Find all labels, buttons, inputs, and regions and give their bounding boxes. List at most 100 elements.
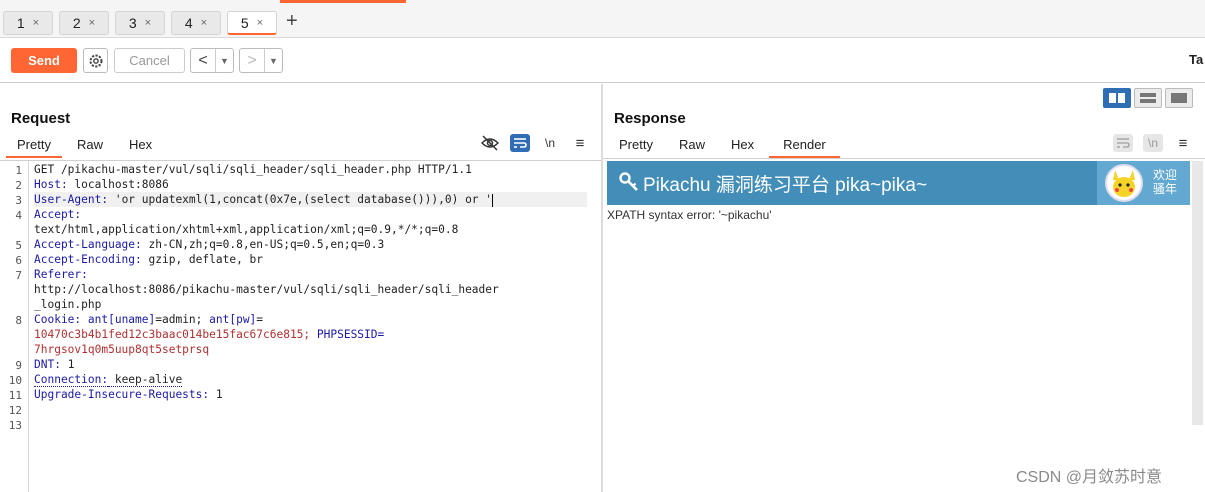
line-number: 6 <box>15 254 22 267</box>
cookie-name: PHPSESSID= <box>316 328 385 341</box>
tab-pretty[interactable]: Pretty <box>6 136 62 158</box>
request-line-text: GET /pikachu-master/vul/sqli/sqli_header… <box>34 163 472 176</box>
settings-button[interactable] <box>83 48 108 73</box>
tab-2[interactable]: 2 × <box>59 11 109 35</box>
header-value: _login.php <box>34 298 102 311</box>
single-pane-icon <box>1171 93 1187 103</box>
close-icon[interactable]: × <box>89 17 95 29</box>
tab-5[interactable]: 5 × <box>227 11 277 35</box>
response-title: Response <box>614 110 686 127</box>
tab-label: 1 <box>16 15 25 31</box>
layout-stacked-button[interactable] <box>1134 88 1162 108</box>
cancel-button[interactable]: Cancel <box>114 48 185 73</box>
request-editor-tools: \n ≡ <box>480 134 590 152</box>
tab-pretty[interactable]: Pretty <box>608 136 664 158</box>
cookie-value: 7hrgsov1q0m5uup8qt5setprsq <box>34 343 210 356</box>
newline-toggle[interactable]: \n <box>1143 134 1163 152</box>
line-number: 9 <box>15 359 22 372</box>
target-label[interactable]: Ta <box>1189 52 1203 67</box>
toolbar: Send Cancel < ▼ > ▼ Ta <box>0 38 1205 83</box>
line-number: 7 <box>15 269 22 282</box>
header-key: Cookie: <box>34 313 82 326</box>
newline-toggle[interactable]: \n <box>540 134 560 152</box>
request-editor[interactable]: 1 GET /pikachu-master/vul/sqli/sqli_head… <box>0 160 601 492</box>
line-number: 11 <box>8 389 22 402</box>
send-button[interactable]: Send <box>11 48 77 73</box>
close-icon[interactable]: × <box>145 17 151 29</box>
word-wrap-toggle[interactable] <box>1113 134 1133 152</box>
hide-nonprinting-button[interactable] <box>480 134 500 152</box>
header-cookie: Cookie: ant[uname]=admin; ant[pw]= <box>34 312 263 327</box>
tab-raw[interactable]: Raw <box>66 136 114 158</box>
back-button[interactable]: < ▼ <box>190 48 234 73</box>
line-number: 2 <box>15 179 22 192</box>
tab-raw[interactable]: Raw <box>668 136 716 158</box>
header-key: Host: <box>34 178 68 191</box>
user-box[interactable]: 欢迎 骚年 <box>1097 161 1190 205</box>
line-number: 4 <box>15 209 22 222</box>
cookie-equals: = <box>256 313 264 326</box>
header-accept: Accept: <box>34 207 81 222</box>
header-value: zh-CN,zh;q=0.8,en-US;q=0.5,en;q=0.3 <box>141 238 385 251</box>
header-value: 1 <box>209 388 223 401</box>
tab-label: 2 <box>72 15 81 31</box>
csdn-watermark: CSDN @月敛苏时意 <box>1016 469 1163 486</box>
tab-1[interactable]: 1 × <box>3 11 53 35</box>
header-value: text/html,application/xhtml+xml,applicat… <box>34 223 459 236</box>
header-value: keep-alive <box>108 373 183 387</box>
line-number: 12 <box>8 404 22 417</box>
header-key: User-Agent: <box>34 193 109 206</box>
key-icon <box>619 172 638 191</box>
line-number: 1 <box>15 164 22 177</box>
header-key: DNT: <box>34 358 61 371</box>
close-icon[interactable]: × <box>33 17 39 29</box>
menu-icon[interactable]: ≡ <box>1173 134 1193 152</box>
render-view: Pikachu 漏洞练习平台 pika~pika~ 欢迎 骚年 XPATH sy… <box>603 158 1205 492</box>
welcome-text: 欢迎 骚年 <box>1153 168 1177 196</box>
text-caret <box>492 193 494 207</box>
layout-side-by-side-button[interactable] <box>1103 88 1131 108</box>
chevron-right-icon: > <box>247 51 257 69</box>
header-value: 'or updatexml(1,concat(0x7e,(select data… <box>108 193 493 206</box>
line-number: 8 <box>15 314 22 327</box>
layout-tabs-button[interactable] <box>1165 88 1193 108</box>
back-history-dropdown[interactable]: ▼ <box>215 49 233 72</box>
tab-hex[interactable]: Hex <box>720 136 765 158</box>
render-scrollbar[interactable] <box>1192 161 1203 425</box>
header-accept-language: Accept-Language: zh-CN,zh;q=0.8,en-US;q=… <box>34 237 384 252</box>
header-value: localhost:8086 <box>67 178 169 191</box>
word-wrap-toggle[interactable] <box>510 134 530 152</box>
tab-render[interactable]: Render <box>769 136 840 158</box>
header-key: Accept-Encoding: <box>34 253 142 266</box>
welcome-line: 骚年 <box>1153 182 1178 196</box>
new-tab-button[interactable]: + <box>286 10 298 33</box>
active-tab-indicator <box>280 0 406 3</box>
cookie-value: 10470c3b4b1fed12c3baac014be15fac67c6e815… <box>34 328 317 341</box>
wrap-icon <box>514 138 527 148</box>
eye-slash-icon <box>481 135 499 151</box>
response-panel: Response Pretty Raw Hex Render \n ≡ Pika… <box>603 84 1205 492</box>
line-number: 10 <box>8 374 22 387</box>
header-dnt: DNT: 1 <box>34 357 74 372</box>
close-icon[interactable]: × <box>201 17 207 29</box>
tab-label: 5 <box>240 14 249 31</box>
chevron-left-icon: < <box>198 51 208 69</box>
header-upgrade-insecure: Upgrade-Insecure-Requests: 1 <box>34 387 223 402</box>
xpath-error-message: XPATH syntax error: '~pikachu' <box>607 208 772 222</box>
tab-3[interactable]: 3 × <box>115 11 165 35</box>
header-user-agent: User-Agent: 'or updatexml(1,concat(0x7e,… <box>34 192 587 207</box>
wrap-icon <box>1117 138 1130 148</box>
tab-hex[interactable]: Hex <box>118 136 163 158</box>
menu-icon[interactable]: ≡ <box>570 134 590 152</box>
cookie-name: ant[pw] <box>209 313 257 326</box>
columns-icon <box>1109 93 1125 103</box>
request-panel: Request Pretty Raw Hex \n ≡ 1 GET /pikac… <box>0 84 601 492</box>
header-cookie-cont2: 7hrgsov1q0m5uup8qt5setprsq <box>34 342 209 357</box>
close-icon[interactable]: × <box>257 17 263 29</box>
forward-history-dropdown[interactable]: ▼ <box>264 49 282 72</box>
tab-label: 4 <box>184 15 193 31</box>
forward-button[interactable]: > ▼ <box>239 48 283 73</box>
header-host: Host: localhost:8086 <box>34 177 169 192</box>
tab-4[interactable]: 4 × <box>171 11 221 35</box>
header-connection: Connection: keep-alive <box>34 372 183 387</box>
